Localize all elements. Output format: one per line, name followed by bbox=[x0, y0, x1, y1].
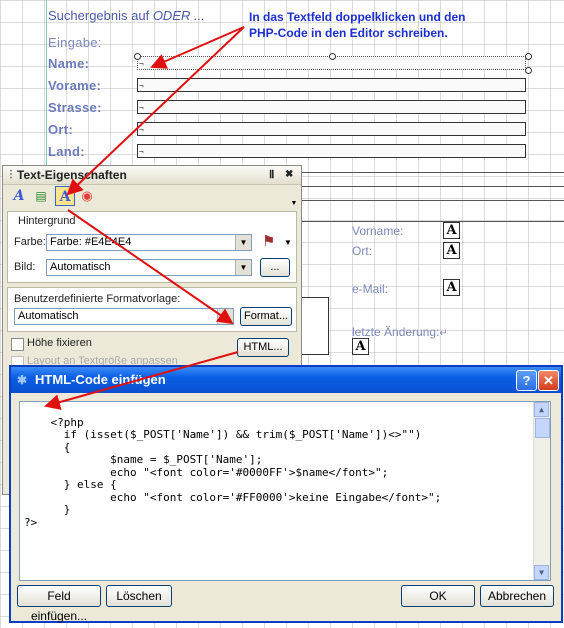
scroll-up-icon[interactable]: ▲ bbox=[534, 402, 549, 417]
hintergrund-group: Hintergrund Farbe: Farbe: #E4E4E4 ▼ ⚑ ▼ … bbox=[7, 211, 297, 283]
loeschen-button[interactable]: Löschen bbox=[106, 585, 172, 607]
format-select[interactable]: Automatisch ▼ bbox=[14, 308, 234, 325]
name-label: Name: bbox=[48, 56, 90, 71]
resize-handle[interactable] bbox=[329, 53, 336, 60]
dialog-titlebar[interactable]: ✱ HTML-Code einfügen ? ✕ bbox=[11, 367, 561, 393]
star-icon: ✱ bbox=[17, 373, 28, 387]
resize-handle[interactable] bbox=[134, 53, 141, 60]
text-field-a-icon[interactable]: A bbox=[443, 242, 460, 259]
feld-einfuegen-button[interactable]: Feld einfügen... bbox=[17, 585, 101, 623]
code-scrollbar[interactable]: ▲ ▼ bbox=[533, 402, 550, 580]
bild-value: Automatisch bbox=[50, 261, 111, 273]
effects-icon[interactable]: ◉ bbox=[77, 186, 97, 206]
layout-guide-line bbox=[46, 0, 47, 175]
form-title-prefix: Suchergebnis auf bbox=[48, 8, 150, 23]
name-field[interactable]: ¬ bbox=[134, 53, 532, 74]
ort-label: Ort: bbox=[48, 122, 74, 137]
paragraph-icon[interactable]: ▤ bbox=[31, 186, 51, 206]
bild-select[interactable]: Automatisch ▼ bbox=[46, 259, 252, 276]
annotation-line-2: PHP-Code in den Editor schreiben. bbox=[249, 26, 448, 40]
field-placeholder-glyph: ¬ bbox=[139, 59, 144, 68]
field-placeholder-glyph: ¬ bbox=[139, 147, 144, 156]
vorame-field[interactable]: ¬ bbox=[137, 78, 526, 92]
farbe-select[interactable]: Farbe: #E4E4E4 ▼ bbox=[46, 234, 252, 251]
hoehe-fixieren-label: Höhe fixieren bbox=[27, 337, 92, 349]
eingabe-label: Eingabe: bbox=[48, 35, 102, 50]
pin-icon[interactable]: Ⅱ bbox=[269, 166, 274, 184]
form-title: Suchergebnis auf ODER ... bbox=[48, 8, 205, 23]
vorame-label: Vorame: bbox=[48, 78, 102, 93]
annotation-line-1: In das Textfeld doppelklicken und den bbox=[249, 10, 466, 24]
code-text: <?php if (isset($_POST['Name']) && trim(… bbox=[24, 415, 442, 529]
code-editor[interactable]: <?php if (isset($_POST['Name']) && trim(… bbox=[19, 401, 551, 581]
field-placeholder-glyph: ¬ bbox=[139, 103, 144, 112]
hintergrund-title: Hintergrund bbox=[18, 215, 76, 227]
letzte-aenderung-text: letzte Änderung: bbox=[352, 325, 440, 339]
scroll-down-icon[interactable]: ▼ bbox=[534, 565, 549, 580]
chevron-down-icon[interactable]: ▼ bbox=[217, 309, 233, 324]
help-button[interactable]: ? bbox=[516, 370, 537, 391]
chevron-down-icon[interactable]: ▼ bbox=[235, 260, 251, 275]
divider-line bbox=[300, 172, 564, 173]
image-placeholder-box[interactable] bbox=[300, 297, 329, 355]
format-button[interactable]: Format... bbox=[240, 307, 292, 326]
grip-icon[interactable]: ⋮ bbox=[6, 166, 16, 184]
dialog-title: HTML-Code einfügen bbox=[35, 372, 166, 387]
bild-browse-button[interactable]: ... bbox=[260, 258, 290, 277]
html-code-dialog: ✱ HTML-Code einfügen ? ✕ <?php if (isset… bbox=[9, 365, 563, 623]
farbe-value: Farbe: #E4E4E4 bbox=[50, 236, 132, 248]
form-title-emph: ODER ... bbox=[152, 8, 205, 23]
scroll-thumb[interactable] bbox=[535, 418, 550, 438]
paint-bucket-icon[interactable]: ⚑ bbox=[262, 232, 275, 250]
ok-button[interactable]: OK bbox=[401, 585, 475, 607]
chevron-down-icon[interactable]: ▼ bbox=[284, 238, 292, 247]
text-style-icon[interactable]: A bbox=[9, 186, 29, 206]
land-label: Land: bbox=[48, 144, 85, 159]
ort-right-label: Ort: bbox=[352, 244, 372, 258]
close-icon[interactable]: ✖ bbox=[285, 166, 293, 184]
land-field[interactable]: ¬ bbox=[137, 144, 526, 158]
ort-field[interactable]: ¬ bbox=[137, 122, 526, 136]
text-field-a-icon[interactable]: A bbox=[443, 222, 460, 239]
instruction-annotation: In das Textfeld doppelklicken und den PH… bbox=[249, 9, 465, 41]
resize-handle[interactable] bbox=[525, 67, 532, 74]
hoehe-fixieren-checkbox[interactable] bbox=[11, 338, 24, 351]
resize-handle[interactable] bbox=[525, 53, 532, 60]
panel-titlebar[interactable]: ⋮ Text-Eigenschaften Ⅱ ✖ bbox=[3, 166, 301, 185]
email-label: e-Mail: bbox=[352, 282, 389, 296]
format-value: Automatisch bbox=[18, 310, 79, 322]
close-button[interactable]: ✕ bbox=[538, 370, 559, 391]
html-button[interactable]: HTML... bbox=[237, 338, 289, 357]
abbrechen-button[interactable]: Abbrechen bbox=[480, 585, 554, 607]
text-field-a-icon[interactable]: A bbox=[352, 338, 369, 355]
field-placeholder-glyph: ¬ bbox=[139, 125, 144, 134]
background-icon[interactable]: A bbox=[55, 186, 75, 206]
field-placeholder-glyph: ¬ bbox=[139, 81, 144, 90]
panel-title: Text-Eigenschaften bbox=[17, 168, 127, 182]
farbe-label: Farbe: bbox=[14, 236, 46, 248]
format-group-title: Benutzerdefinierte Formatvorlage: bbox=[14, 293, 181, 305]
strasse-label: Strasse: bbox=[48, 100, 102, 115]
strasse-field[interactable]: ¬ bbox=[137, 100, 526, 114]
divider-line bbox=[300, 186, 564, 187]
bild-label: Bild: bbox=[14, 261, 36, 273]
text-field-a-icon[interactable]: A bbox=[443, 279, 460, 296]
chevron-down-icon[interactable]: ▼ bbox=[235, 235, 251, 250]
letzte-aenderung-label: letzte Änderung:↵ bbox=[352, 325, 448, 339]
format-group: Benutzerdefinierte Formatvorlage: Automa… bbox=[7, 287, 297, 332]
return-icon: ↵ bbox=[439, 328, 448, 339]
divider-line bbox=[300, 200, 564, 201]
divider-line bbox=[300, 221, 564, 222]
vorname-label: Vorname: bbox=[352, 224, 404, 238]
